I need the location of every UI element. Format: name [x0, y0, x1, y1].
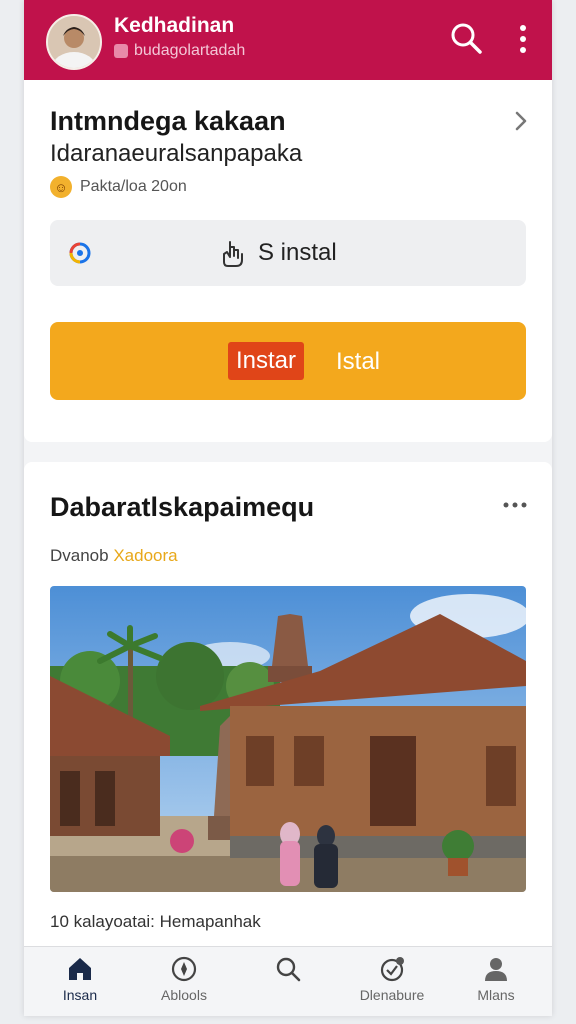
- nav-item-explore[interactable]: Ablools: [134, 947, 234, 1016]
- chevron-right-icon[interactable]: [510, 108, 532, 134]
- temple-photo[interactable]: [50, 586, 526, 892]
- app-logo-icon: [69, 242, 91, 264]
- nav-item-search[interactable]: [238, 947, 338, 1016]
- post-meta-accent[interactable]: Xadoora: [113, 546, 177, 565]
- nav-label: Dlenabure: [359, 987, 425, 1003]
- nav-item-activity[interactable]: Dlenabure: [342, 947, 442, 1016]
- nav-label: Insan: [62, 987, 98, 1003]
- nav-label: Ablools: [161, 987, 207, 1003]
- nav-item-home[interactable]: Insan: [30, 947, 130, 1016]
- search-icon[interactable]: [448, 20, 484, 56]
- secondary-button-label: S instal: [258, 239, 337, 266]
- card-meta-text: Pakta/loa 20on: [80, 178, 187, 195]
- compass-icon: [171, 956, 197, 982]
- more-vertical-icon[interactable]: [508, 22, 538, 56]
- card-meta: ☺ Pakta/loa 20on: [50, 176, 187, 198]
- nav-label: Mlans: [477, 987, 515, 1003]
- primary-install-button[interactable]: Instar Istal: [50, 322, 526, 400]
- header-title: Kedhadinan: [114, 14, 235, 37]
- post-title: Dabaratlskapaimequ: [50, 492, 315, 522]
- primary-button-tag: Instar: [228, 342, 305, 380]
- hand-pointer-icon: [223, 241, 243, 267]
- emoji-icon: ☺: [50, 176, 72, 198]
- primary-button-label: Istal: [336, 348, 381, 375]
- app-screen: Kedhadinan budagolartadah Intmndega kaka…: [24, 0, 552, 1016]
- bottom-navigation: Insan Ablools Dlenabure Mlans: [24, 946, 552, 1016]
- avatar[interactable]: [46, 14, 102, 70]
- secondary-install-button[interactable]: S instal: [50, 220, 526, 286]
- nav-item-profile[interactable]: Mlans: [446, 947, 546, 1016]
- home-icon: [69, 958, 91, 980]
- app-install-card: Intmndega kakaan Idaranaeuralsanpapaka ☺…: [24, 80, 552, 442]
- header-subtitle: budagolartadah: [114, 42, 245, 60]
- profile-icon: [485, 958, 507, 981]
- search-icon: [276, 957, 301, 982]
- post-meta-prefix: Dvanob: [50, 546, 109, 565]
- post-caption: 10 kalayoatai: Hemapanhak: [50, 912, 261, 931]
- account-icon: [114, 44, 128, 58]
- card-title: Intmndega kakaan: [50, 106, 286, 136]
- header-subtitle-text: budagolartadah: [134, 42, 246, 59]
- card-subtitle: Idaranaeuralsanpapaka: [50, 140, 303, 167]
- activity-icon: [380, 957, 404, 982]
- post-meta: Dvanob Xadoora: [50, 546, 178, 566]
- more-horizontal-icon[interactable]: [502, 498, 528, 512]
- top-app-bar: Kedhadinan budagolartadah: [24, 0, 552, 80]
- post-card: Dabaratlskapaimequ Dvanob Xadoora 10 kal…: [24, 462, 552, 948]
